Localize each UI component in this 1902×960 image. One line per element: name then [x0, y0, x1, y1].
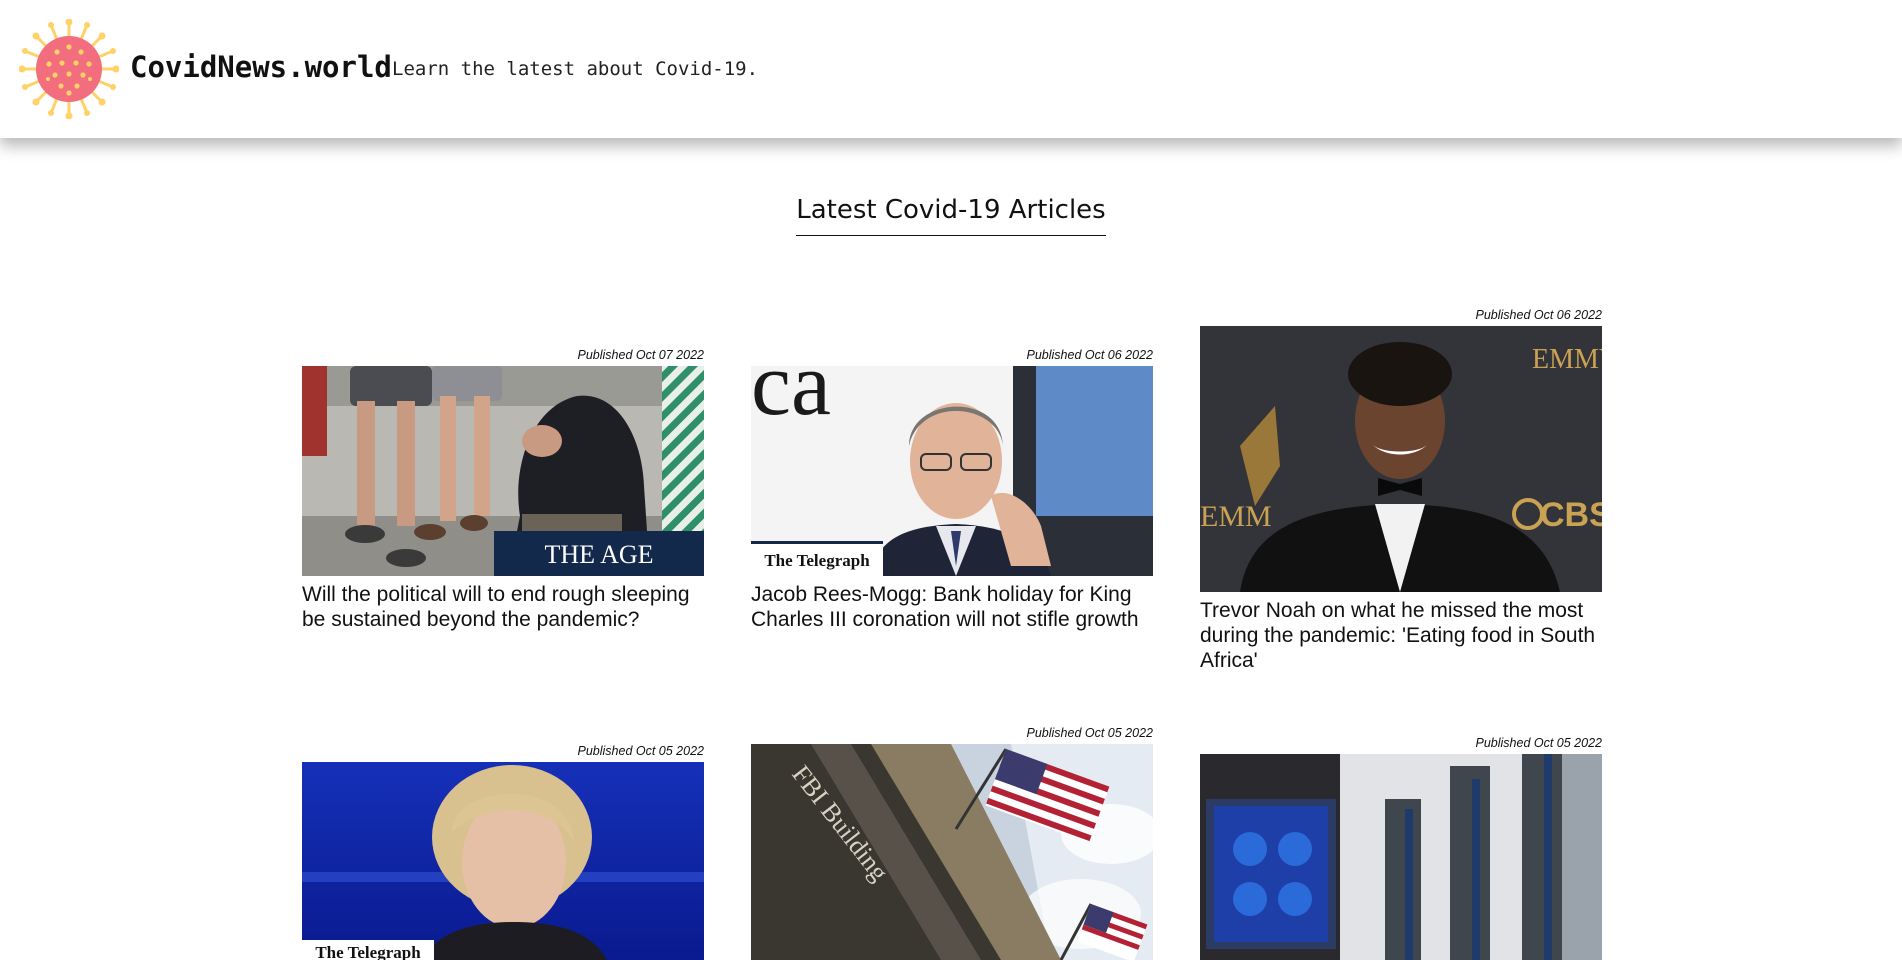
site-brand[interactable]: CovidNews.world	[130, 50, 392, 84]
published-date: Published Oct 07 2022	[577, 348, 704, 362]
published-date: Published Oct 05 2022	[577, 744, 704, 758]
image-text: CBS	[1540, 496, 1602, 534]
svg-text:ca: ca	[751, 366, 831, 434]
article-title[interactable]: Trevor Noah on what he missed the most d…	[1200, 598, 1602, 673]
published-date: Published Oct 06 2022	[1026, 348, 1153, 362]
article-card[interactable]: Published Oct 05 2022 The Telegraph	[302, 743, 704, 960]
image-text: EMM	[1200, 500, 1272, 533]
article-image[interactable]: EMMY EMM CBS	[1200, 326, 1602, 592]
article-card[interactable]: Published Oct 07 2022 THE AGE Will the p…	[302, 347, 704, 632]
published-date: Published Oct 05 2022	[1026, 726, 1153, 740]
section-title: Latest Covid-19 Articles	[796, 195, 1106, 236]
article-image[interactable]	[1200, 754, 1602, 960]
article-card[interactable]: Published Oct 06 2022 ca The Telegraph J…	[751, 347, 1153, 632]
article-image[interactable]: The Telegraph	[302, 762, 704, 960]
article-image[interactable]: FBI Building	[751, 744, 1153, 960]
article-image[interactable]: THE AGE	[302, 366, 704, 576]
article-title[interactable]: Jacob Rees-Mogg: Bank holiday for King C…	[751, 582, 1153, 632]
source-badge: THE AGE	[544, 540, 653, 569]
source-badge: The Telegraph	[315, 943, 421, 960]
site-tagline: Learn the latest about Covid-19.	[392, 58, 759, 80]
image-text: EMMY	[1532, 344, 1602, 375]
article-image[interactable]: ca The Telegraph	[751, 366, 1153, 576]
article-card[interactable]: Published Oct 06 2022 EMMY EMM CBS Trevo…	[1200, 307, 1602, 673]
section-heading: Latest Covid-19 Articles	[0, 195, 1902, 236]
source-badge: The Telegraph	[764, 551, 870, 570]
article-card[interactable]: Published Oct 05 2022	[1200, 735, 1602, 960]
published-date: Published Oct 05 2022	[1475, 736, 1602, 750]
article-card[interactable]: Published Oct 05 2022 FBI Building	[751, 725, 1153, 960]
published-date: Published Oct 06 2022	[1475, 308, 1602, 322]
virus-icon[interactable]	[19, 19, 119, 119]
site-header: CovidNews.world Learn the latest about C…	[0, 0, 1902, 138]
article-title[interactable]: Will the political will to end rough sle…	[302, 582, 704, 632]
